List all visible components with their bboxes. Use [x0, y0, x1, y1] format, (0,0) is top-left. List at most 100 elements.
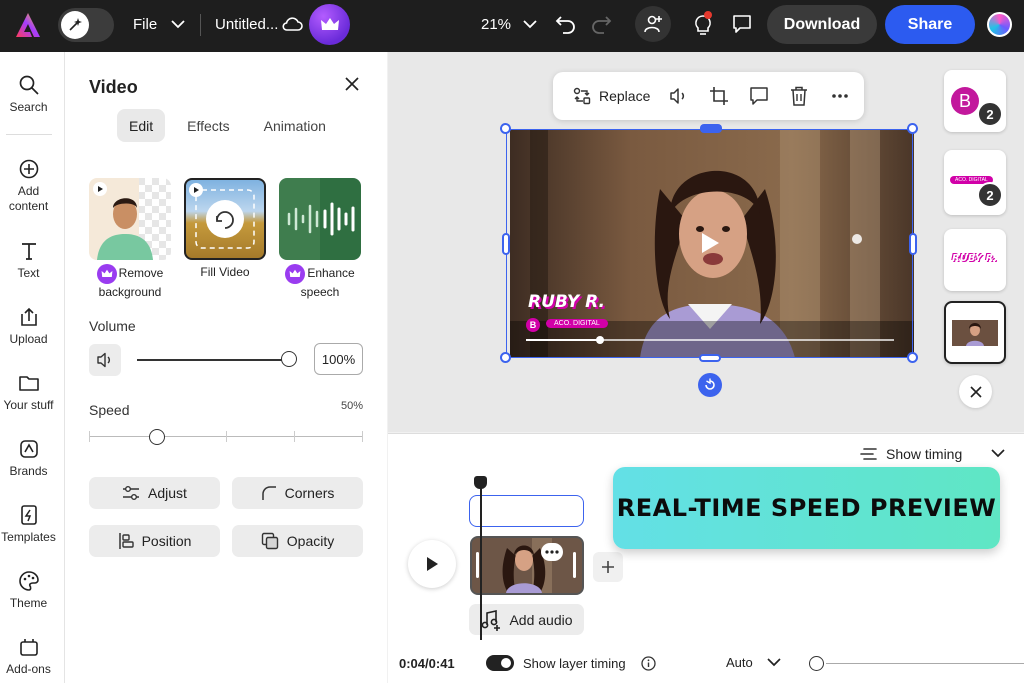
speed-label: Speed — [89, 402, 130, 418]
sliders-icon — [123, 486, 140, 500]
collaborate-button[interactable] — [635, 6, 671, 42]
info-icon[interactable] — [641, 656, 656, 671]
rail-item-upload[interactable]: Upload — [0, 306, 57, 347]
volume-value-field[interactable]: 100% — [314, 343, 363, 375]
rotate-handle[interactable] — [698, 373, 722, 397]
timeline-zoom-select[interactable]: Auto — [726, 655, 781, 670]
file-menu[interactable]: File — [133, 16, 185, 33]
resize-handle-left[interactable] — [502, 233, 510, 255]
audio-icon[interactable] — [669, 86, 689, 106]
resize-handle-top[interactable] — [700, 124, 722, 133]
comment-icon[interactable] — [731, 13, 753, 35]
enhance-speech-thumbnail — [279, 178, 361, 260]
resize-handle-bottom-right[interactable] — [907, 352, 918, 363]
tab-edit[interactable]: Edit — [117, 109, 166, 142]
trash-icon[interactable] — [790, 86, 808, 106]
show-timing-button[interactable]: Show timing — [860, 446, 962, 462]
share-button[interactable]: Share — [885, 5, 975, 44]
adobe-express-logo[interactable] — [14, 11, 42, 39]
panel-tabs: Edit Effects Animation — [117, 109, 338, 142]
rail-item-add-content[interactable]: Add content — [0, 158, 57, 214]
cloud-sync-icon[interactable] — [281, 15, 303, 33]
chevron-down-icon — [523, 20, 537, 29]
premium-crown-icon — [96, 264, 117, 284]
lightbulb-icon[interactable] — [692, 11, 714, 37]
timeline-zoom-handle[interactable] — [809, 656, 824, 671]
download-button[interactable]: Download — [767, 5, 877, 44]
volume-mute-button[interactable] — [89, 344, 121, 376]
rail-item-brands[interactable]: Brands — [0, 438, 57, 479]
timeline-zoom-track[interactable] — [826, 663, 1024, 664]
rail-label: Brands — [9, 464, 48, 478]
speed-tick — [89, 431, 90, 442]
remove-background-feature[interactable]: Remove background — [89, 178, 171, 301]
position-button[interactable]: Position — [89, 525, 220, 557]
page-thumbnail-4-selected[interactable] — [944, 301, 1006, 364]
comment-icon[interactable] — [749, 86, 769, 106]
brand-logo-badge: B — [951, 87, 979, 115]
user-avatar[interactable] — [987, 12, 1012, 37]
play-badge-icon — [93, 182, 107, 196]
feature-label: Enhance speech — [300, 266, 355, 299]
adjust-button[interactable]: Adjust — [89, 477, 220, 509]
rail-label: Your stuff — [3, 398, 54, 412]
rail-label: Text — [17, 266, 40, 280]
premium-button[interactable] — [309, 4, 350, 45]
tab-effects[interactable]: Effects — [175, 109, 242, 142]
zoom-level: 21% — [481, 16, 512, 33]
rail-label: Theme — [9, 596, 48, 610]
magic-mode-toggle[interactable] — [58, 8, 114, 42]
top-bar: File Untitled... 21% Download Share — [0, 0, 1024, 52]
page-thumbnail-3[interactable]: RUBY R. — [944, 229, 1006, 291]
layer-timing-toggle[interactable] — [486, 655, 514, 671]
video-clip-track[interactable] — [470, 536, 584, 595]
add-clip-button[interactable] — [593, 552, 623, 582]
resize-handle-top-left[interactable] — [500, 123, 511, 134]
chevron-down-icon — [767, 658, 781, 667]
speed-tick — [362, 431, 363, 442]
enhance-speech-feature[interactable]: Enhance speech — [279, 178, 361, 301]
palette-icon — [18, 571, 39, 591]
more-options-icon[interactable] — [831, 93, 849, 99]
playhead-handle[interactable] — [474, 476, 487, 489]
layer-timing-label: Show layer timing — [523, 656, 626, 671]
chevron-down-icon[interactable] — [990, 448, 1006, 458]
rail-item-text[interactable]: Text — [0, 240, 57, 281]
volume-slider-handle[interactable] — [281, 351, 297, 367]
music-note-icon — [482, 609, 501, 631]
timeline-play-button[interactable] — [408, 540, 456, 588]
zoom-control[interactable]: 21% — [481, 16, 537, 33]
crop-icon[interactable] — [709, 86, 729, 106]
fill-video-feature[interactable]: Fill Video — [184, 178, 266, 281]
resize-handle-right[interactable] — [909, 233, 917, 255]
replace-button[interactable]: Replace — [573, 87, 650, 105]
redo-icon[interactable] — [590, 13, 612, 35]
resize-handle-top-right[interactable] — [907, 123, 918, 134]
rail-divider — [6, 134, 52, 135]
chevron-down-icon — [171, 20, 185, 29]
clip-more-options-button[interactable] — [541, 543, 563, 561]
speed-slider-handle[interactable] — [149, 429, 165, 445]
close-pages-button[interactable] — [959, 375, 992, 408]
add-audio-button[interactable]: Add audio — [469, 604, 584, 635]
play-icon — [427, 557, 438, 571]
align-icon — [118, 533, 134, 549]
close-icon[interactable] — [344, 76, 360, 92]
volume-slider-track[interactable] — [137, 359, 287, 361]
undo-icon[interactable] — [555, 13, 577, 35]
rail-item-your-stuff[interactable]: Your stuff — [0, 372, 57, 413]
rail-item-search[interactable]: Search — [0, 74, 57, 115]
speed-value: 50% — [341, 400, 364, 412]
toggle-knob — [501, 658, 511, 668]
resize-handle-bottom-left[interactable] — [500, 352, 511, 363]
document-title[interactable]: Untitled... — [215, 16, 278, 33]
tab-animation[interactable]: Animation — [252, 109, 338, 142]
corners-button[interactable]: Corners — [232, 477, 363, 509]
playhead-line[interactable] — [480, 484, 482, 640]
opacity-button[interactable]: Opacity — [232, 525, 363, 557]
rail-item-theme[interactable]: Theme — [0, 570, 57, 611]
text-layer-track[interactable] — [469, 495, 584, 527]
resize-handle-bottom[interactable] — [699, 354, 721, 362]
rail-item-add-ons[interactable]: Add-ons — [0, 636, 57, 677]
rail-item-templates[interactable]: Templates — [0, 504, 57, 545]
